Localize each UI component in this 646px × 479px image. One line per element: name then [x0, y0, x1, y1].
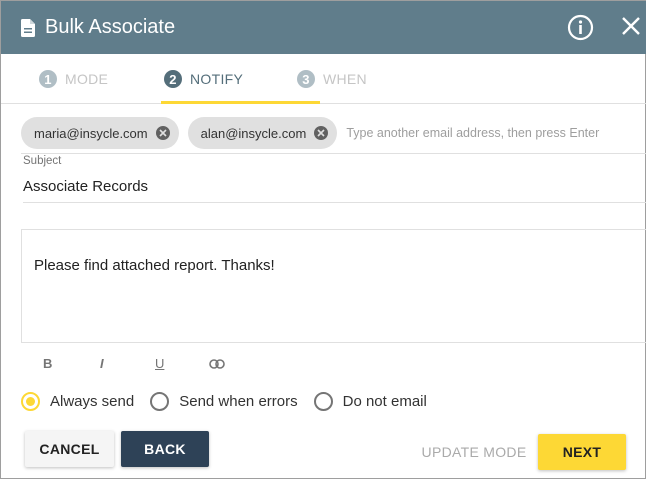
chip-label: alan@insycle.com — [200, 125, 307, 141]
bold-button[interactable]: B — [43, 356, 52, 371]
step-notify[interactable]: 2 NOTIFY — [164, 54, 243, 104]
step-label: WHEN — [323, 71, 367, 87]
radio-label: Do not email — [342, 393, 427, 410]
subject-input[interactable]: Associate Records — [23, 178, 646, 203]
radio-send-when-errors[interactable]: Send when errors — [150, 392, 298, 411]
next-button[interactable]: NEXT — [538, 434, 626, 470]
email-chip: alan@insycle.com — [187, 117, 338, 149]
radio-always-send[interactable]: Always send — [21, 392, 134, 411]
send-options: Always send Send when errors Do not emai… — [21, 392, 443, 411]
message-body-editor[interactable]: Please find attached report. Thanks! — [21, 229, 646, 343]
step-when[interactable]: 3 WHEN — [297, 54, 367, 104]
close-icon[interactable] — [621, 16, 641, 36]
italic-button[interactable]: I — [100, 356, 104, 371]
step-label: NOTIFY — [190, 71, 244, 87]
radio-do-not-email[interactable]: Do not email — [313, 392, 427, 411]
info-icon[interactable] — [567, 14, 594, 41]
chip-label: maria@insycle.com — [34, 125, 148, 141]
email-chip: maria@insycle.com — [21, 117, 179, 149]
underline-button[interactable]: U — [155, 356, 164, 371]
dialog-title: Bulk Associate — [45, 16, 176, 38]
document-icon — [21, 18, 35, 37]
radio-label: Always send — [50, 393, 135, 410]
update-mode-button[interactable]: UPDATE MODE — [421, 434, 527, 470]
step-number: 1 — [39, 70, 57, 88]
remove-chip-icon[interactable] — [155, 126, 170, 140]
step-number: 3 — [297, 70, 315, 88]
step-mode[interactable]: 1 MODE — [39, 54, 108, 104]
back-button[interactable]: BACK — [121, 431, 209, 467]
step-number: 2 — [164, 70, 182, 88]
step-label: MODE — [65, 71, 109, 87]
cancel-button[interactable]: CANCEL — [25, 431, 114, 467]
link-icon[interactable] — [209, 359, 225, 369]
remove-chip-icon[interactable] — [314, 126, 329, 140]
subject-label: Subject — [23, 155, 62, 167]
dialog-header: Bulk Associate — [1, 1, 646, 54]
email-input-placeholder[interactable]: Type another email address, then press E… — [346, 126, 599, 140]
stepper: 1 MODE 2 NOTIFY 3 WHEN — [1, 54, 646, 104]
radio-label: Send when errors — [179, 393, 298, 410]
radio-icon — [313, 392, 333, 411]
recipients-field[interactable]: maria@insycle.com alan@insycle.com Type … — [21, 113, 646, 154]
active-step-indicator — [161, 101, 320, 104]
radio-selected-icon — [21, 392, 40, 411]
radio-icon — [150, 392, 170, 411]
